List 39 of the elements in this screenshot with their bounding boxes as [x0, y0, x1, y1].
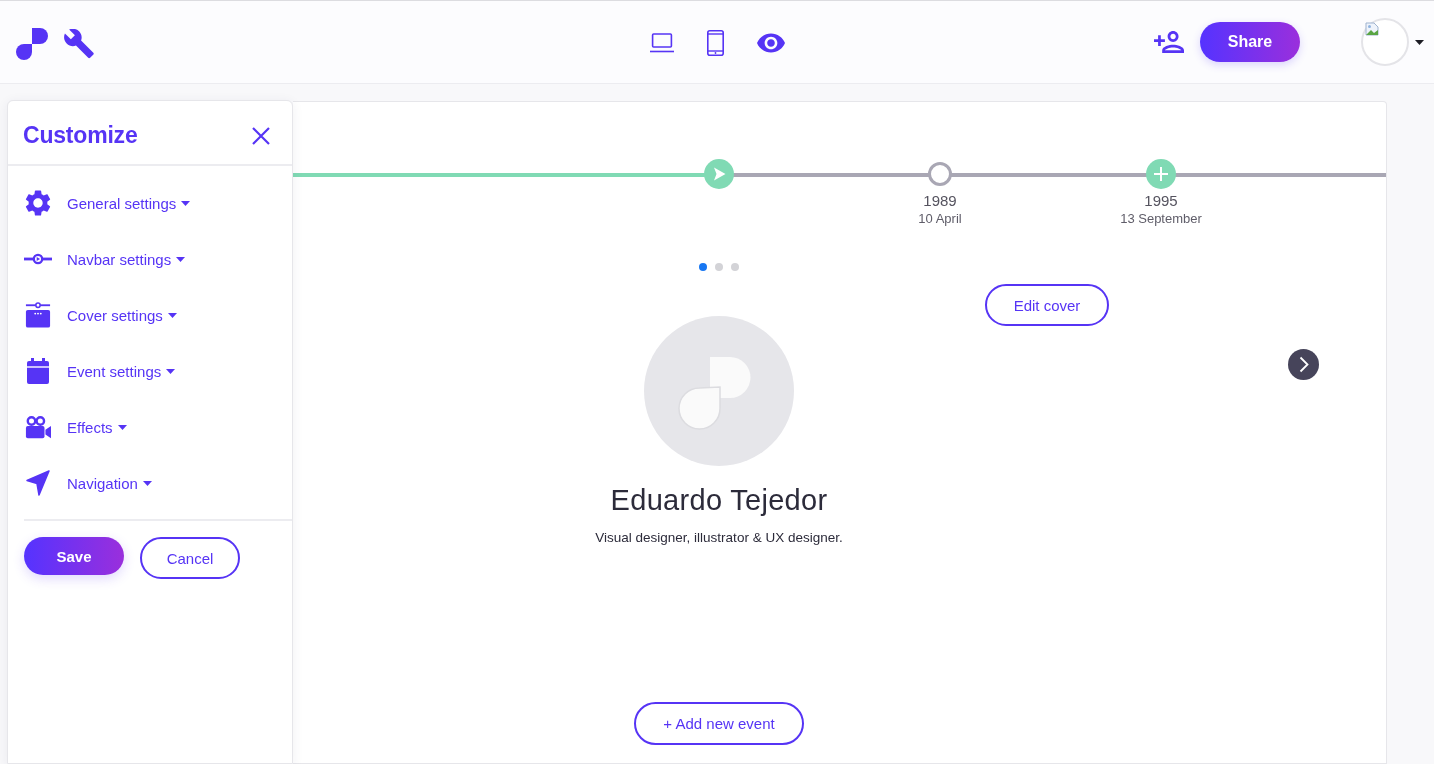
panel-title: Customize [23, 122, 138, 149]
sidebar-item[interactable]: Event settings [8, 343, 176, 399]
calendar-icon [25, 358, 51, 384]
timeline-year: 1995 [1144, 192, 1178, 210]
timeline-year: 1989 [923, 192, 957, 210]
carousel-dot[interactable] [731, 263, 739, 271]
navigation-arrow-icon [25, 470, 51, 496]
share-button[interactable]: Share [1200, 22, 1300, 62]
timeline-date: 13 September [1120, 210, 1202, 228]
save-button[interactable]: Save [24, 537, 124, 575]
sidebar-item[interactable]: Navigation [8, 455, 152, 511]
profile-name: Eduardo Tejedor [610, 483, 828, 518]
sidebar-item[interactable]: General settings [8, 175, 191, 231]
phone-icon[interactable] [706, 29, 724, 56]
profile-subtitle: Visual designer, illustrator & UX designer. [595, 529, 843, 547]
sidebar-item[interactable]: Navbar settings [8, 231, 186, 287]
play-marker-icon[interactable] [704, 159, 734, 189]
broken-image-icon [1365, 22, 1379, 36]
ring-marker-icon[interactable] [928, 162, 952, 186]
logo-icon[interactable] [16, 28, 48, 60]
slider-icon [24, 253, 52, 265]
eye-icon[interactable] [756, 32, 785, 53]
wrench-icon[interactable] [64, 29, 94, 59]
sidebar-item[interactable]: Cover settings [8, 287, 177, 343]
carousel-dot[interactable] [715, 263, 723, 271]
add-event-button[interactable]: + Add new event [634, 702, 804, 745]
window-icon [25, 302, 51, 328]
plus-marker-icon[interactable] [1146, 159, 1176, 189]
close-icon[interactable] [252, 126, 270, 145]
sidebar-item[interactable]: Effects [8, 399, 127, 455]
laptop-icon[interactable] [649, 32, 674, 53]
video-camera-icon [25, 414, 51, 440]
add-user-icon[interactable] [1154, 30, 1184, 54]
caret-icon[interactable] [1415, 39, 1424, 45]
edit-cover-button[interactable]: Edit cover [985, 284, 1109, 326]
carousel-dot[interactable] [699, 263, 707, 271]
gear-icon [25, 190, 51, 216]
timeline-date: 10 April [918, 210, 962, 228]
cancel-button[interactable]: Cancel [140, 537, 240, 579]
